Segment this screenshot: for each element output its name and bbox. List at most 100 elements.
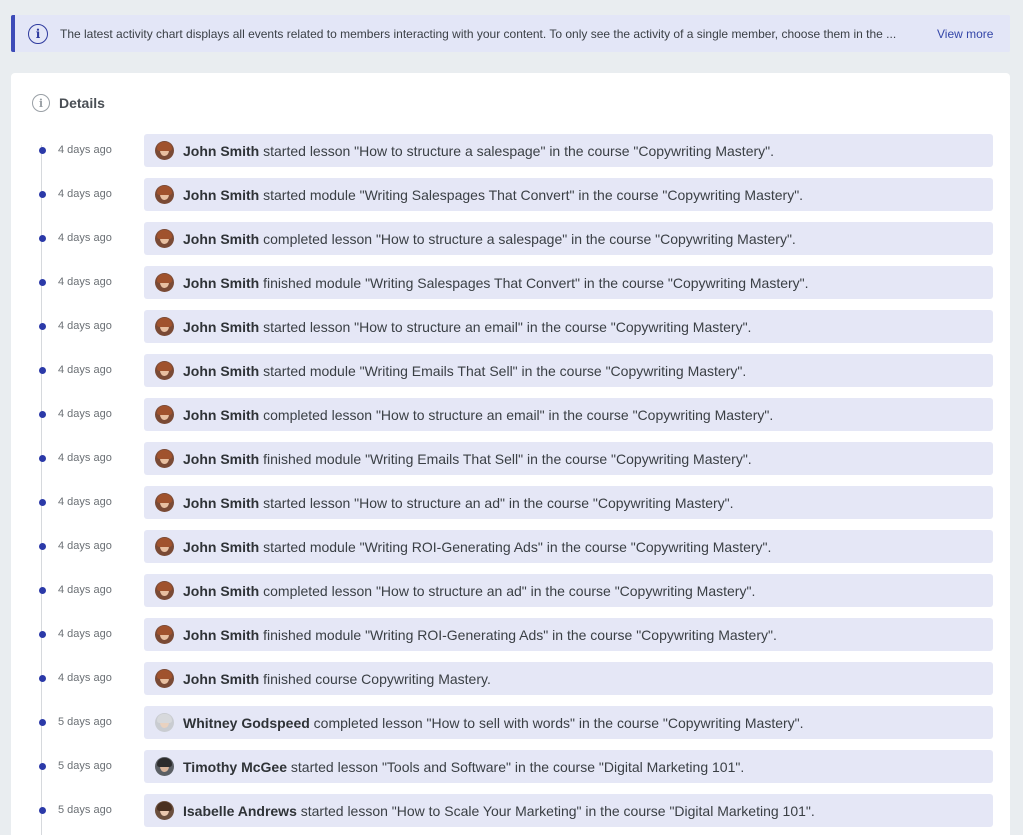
details-header: i Details — [32, 94, 105, 112]
activity-timeline: 4 days ago John Smith started lesson "How… — [11, 134, 1010, 835]
member-name[interactable]: Whitney Godspeed — [183, 715, 310, 731]
timeline-dot — [39, 763, 46, 770]
activity-item[interactable]: John Smith started module "Writing Email… — [144, 354, 993, 387]
member-name[interactable]: John Smith — [183, 451, 259, 467]
activity-message: John Smith finished module "Writing Sale… — [183, 275, 809, 291]
activity-time: 4 days ago — [58, 320, 112, 332]
activity-text: completed lesson "How to structure an ad… — [259, 582, 756, 599]
activity-item[interactable]: John Smith completed lesson "How to stru… — [144, 222, 993, 255]
activity-time: 4 days ago — [58, 188, 112, 200]
avatar — [155, 229, 174, 248]
activity-time: 4 days ago — [58, 144, 112, 156]
activity-item[interactable]: John Smith finished module "Writing Emai… — [144, 442, 993, 475]
activity-time: 4 days ago — [58, 452, 112, 464]
activity-text: finished module "Writing Salespages That… — [259, 274, 809, 291]
activity-item[interactable]: John Smith completed lesson "How to stru… — [144, 574, 993, 607]
activity-item[interactable]: John Smith started lesson "How to struct… — [144, 134, 993, 167]
activity-message: John Smith started module "Writing Sales… — [183, 187, 803, 203]
activity-time: 4 days ago — [58, 232, 112, 244]
member-name[interactable]: John Smith — [183, 231, 259, 247]
avatar — [155, 625, 174, 644]
timeline-dot — [39, 631, 46, 638]
member-name[interactable]: John Smith — [183, 319, 259, 335]
activity-message: John Smith started module "Writing Email… — [183, 363, 746, 379]
activity-item[interactable]: John Smith started lesson "How to struct… — [144, 310, 993, 343]
activity-text: completed lesson "How to structure an em… — [259, 406, 774, 423]
activity-text: finished course Copywriting Mastery. — [259, 670, 491, 687]
activity-row: 4 days ago John Smith started module "Wri… — [11, 178, 1010, 222]
activity-item[interactable]: John Smith started lesson "How to struct… — [144, 486, 993, 519]
activity-item[interactable]: John Smith finished module "Writing Sale… — [144, 266, 993, 299]
avatar — [155, 757, 174, 776]
info-icon: i — [32, 94, 50, 112]
activity-time: 5 days ago — [58, 760, 112, 772]
activity-row: 4 days ago John Smith finished course Cop… — [11, 662, 1010, 706]
member-name[interactable]: Timothy McGee — [183, 759, 287, 775]
avatar — [155, 669, 174, 688]
activity-text: completed lesson "How to sell with words… — [309, 714, 804, 731]
activity-text: started lesson "How to structure an emai… — [259, 318, 752, 335]
activity-message: John Smith completed lesson "How to stru… — [183, 583, 755, 599]
timeline-dot — [39, 587, 46, 594]
activity-time: 4 days ago — [58, 276, 112, 288]
timeline-dot — [39, 807, 46, 814]
activity-time: 4 days ago — [58, 496, 112, 508]
activity-row: 4 days ago John Smith finished module "Wr… — [11, 266, 1010, 310]
member-name[interactable]: John Smith — [183, 407, 259, 423]
activity-time: 4 days ago — [58, 584, 112, 596]
member-name[interactable]: John Smith — [183, 187, 259, 203]
activity-item[interactable]: John Smith started module "Writing ROI-G… — [144, 530, 993, 563]
avatar — [155, 361, 174, 380]
member-name[interactable]: John Smith — [183, 363, 259, 379]
activity-item[interactable]: Timothy McGee started lesson "Tools and … — [144, 750, 993, 783]
activity-message: John Smith finished module "Writing ROI-… — [183, 627, 777, 643]
activity-row: 4 days ago John Smith finished module "Wr… — [11, 442, 1010, 486]
activity-item[interactable]: John Smith finished course Copywriting M… — [144, 662, 993, 695]
avatar — [155, 273, 174, 292]
details-title: Details — [59, 95, 105, 111]
activity-text: started module "Writing ROI-Generating A… — [259, 538, 772, 555]
activity-text: completed lesson "How to structure a sal… — [259, 230, 796, 247]
activity-row: 5 days ago Whitney Godspeed completed les… — [11, 706, 1010, 750]
activity-message: Whitney Godspeed completed lesson "How t… — [183, 715, 804, 731]
activity-message: John Smith started lesson "How to struct… — [183, 319, 751, 335]
member-name[interactable]: John Smith — [183, 495, 259, 511]
activity-row: 4 days ago John Smith finished module "Wr… — [11, 618, 1010, 662]
activity-message: John Smith started module "Writing ROI-G… — [183, 539, 771, 555]
activity-row: 4 days ago John Smith completed lesson "H… — [11, 574, 1010, 618]
timeline-dot — [39, 191, 46, 198]
activity-time: 4 days ago — [58, 628, 112, 640]
activity-time: 4 days ago — [58, 540, 112, 552]
timeline-dot — [39, 719, 46, 726]
member-name[interactable]: Isabelle Andrews — [183, 803, 297, 819]
member-name[interactable]: John Smith — [183, 627, 259, 643]
member-name[interactable]: John Smith — [183, 143, 259, 159]
activity-text: started module "Writing Emails That Sell… — [259, 362, 747, 379]
activity-item[interactable]: John Smith completed lesson "How to stru… — [144, 398, 993, 431]
activity-item[interactable]: Isabelle Andrews started lesson "How to … — [144, 794, 993, 827]
activity-text: started module "Writing Salespages That … — [259, 186, 804, 203]
timeline-dot — [39, 543, 46, 550]
member-name[interactable]: John Smith — [183, 671, 259, 687]
view-more-link[interactable]: View more — [937, 27, 993, 41]
activity-item[interactable]: Whitney Godspeed completed lesson "How t… — [144, 706, 993, 739]
avatar — [155, 493, 174, 512]
activity-row: 4 days ago John Smith started module "Wri… — [11, 530, 1010, 574]
avatar — [155, 405, 174, 424]
activity-message: John Smith started lesson "How to struct… — [183, 143, 774, 159]
activity-message: Timothy McGee started lesson "Tools and … — [183, 759, 744, 775]
activity-item[interactable]: John Smith started module "Writing Sales… — [144, 178, 993, 211]
activity-message: John Smith started lesson "How to struct… — [183, 495, 734, 511]
activity-row: 5 days ago Isabelle Andrews started lesso… — [11, 794, 1010, 835]
avatar — [155, 185, 174, 204]
activity-time: 4 days ago — [58, 408, 112, 420]
timeline-dot — [39, 279, 46, 286]
timeline-dot — [39, 147, 46, 154]
member-name[interactable]: John Smith — [183, 539, 259, 555]
member-name[interactable]: John Smith — [183, 275, 259, 291]
activity-message: Isabelle Andrews started lesson "How to … — [183, 803, 815, 819]
avatar — [155, 141, 174, 160]
activity-item[interactable]: John Smith finished module "Writing ROI-… — [144, 618, 993, 651]
member-name[interactable]: John Smith — [183, 583, 259, 599]
info-banner: i The latest activity chart displays all… — [11, 15, 1010, 52]
